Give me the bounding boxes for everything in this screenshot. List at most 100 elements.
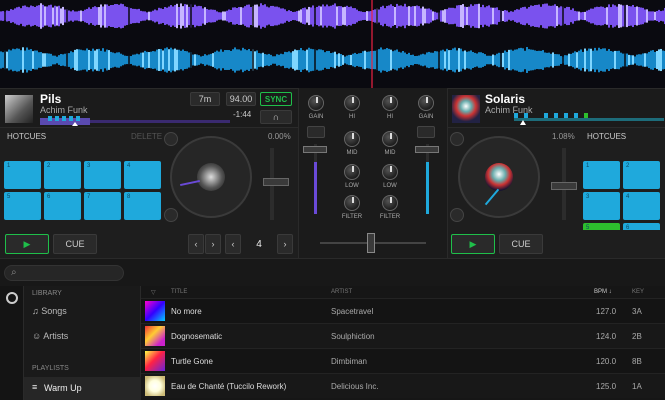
right-cue-button[interactable]: CUE <box>499 234 543 254</box>
right-channel-level <box>426 162 429 214</box>
col-title[interactable]: TITLE <box>171 289 187 295</box>
right-filter-label: FILTER <box>379 214 401 220</box>
pad-number: 1 <box>586 163 590 169</box>
left-filter-label: FILTER <box>341 214 363 220</box>
sidebar-item-songs[interactable]: ♫ Songs <box>32 306 67 316</box>
left-loop-next-button[interactable]: › <box>205 234 221 254</box>
col-artist[interactable]: ARTIST <box>331 289 352 295</box>
row-key: 3A <box>632 306 642 316</box>
left-cue-button[interactable]: CUE <box>53 234 97 254</box>
right-slip-icon[interactable] <box>450 132 464 146</box>
row-bpm: 125.0 <box>596 381 617 391</box>
hotcue-pad-8[interactable]: 8 <box>124 192 161 220</box>
right-pitch-fader[interactable] <box>551 182 577 190</box>
library-section-title: LIBRARY <box>32 290 62 297</box>
right-cue-headphone-button[interactable] <box>417 126 435 138</box>
left-cue-headphone-button[interactable] <box>307 126 325 138</box>
right-jog-marker <box>484 188 500 206</box>
left-pad-grid: 1 2 3 4 5 6 7 8 <box>4 161 161 225</box>
hotcue-pad-4[interactable]: 4 <box>623 192 660 220</box>
table-row[interactable]: Eau de Chanté (Tuccilo Rework) Delicious … <box>141 373 665 398</box>
hotcue-pad-3[interactable]: 3 <box>583 192 620 220</box>
right-mid-knob[interactable] <box>382 131 398 147</box>
row-key: 1A <box>632 381 642 391</box>
left-slip-icon[interactable] <box>164 132 178 146</box>
right-low-knob[interactable] <box>382 164 398 180</box>
right-transport-row: ▶ CUE <box>448 230 665 258</box>
hotcue-pad-2[interactable]: 2 <box>623 161 660 189</box>
note-icon: ♫ <box>32 306 42 316</box>
hotcue-pad-4[interactable]: 4 <box>124 161 161 189</box>
track-table: ▽ TITLE ARTIST BPM ↓ KEY No more Spacetra… <box>141 286 665 400</box>
right-gain-knob[interactable] <box>418 95 434 111</box>
hotcue-pad-1[interactable]: 1 <box>4 161 41 189</box>
left-headphone-button[interactable]: ∩ <box>260 110 292 124</box>
col-bpm[interactable]: BPM ↓ <box>594 289 612 295</box>
waveform-overview[interactable] <box>0 0 665 88</box>
hotcue-pad-2[interactable]: 2 <box>44 161 81 189</box>
row-artist: Delicious Inc. <box>331 381 379 391</box>
right-filter-knob[interactable] <box>382 195 398 211</box>
right-jog-wheel[interactable] <box>458 136 540 218</box>
pad-number: 5 <box>7 194 11 200</box>
hotcue-pad-7[interactable]: 7 <box>84 192 121 220</box>
sidebar-item-warm-up[interactable]: ≡ Warm Up <box>24 377 141 400</box>
right-jog-art <box>485 163 513 191</box>
left-key-lock-icon[interactable] <box>164 208 178 222</box>
row-title: Dognosematic <box>171 331 223 341</box>
left-track-overview[interactable] <box>40 116 230 126</box>
search-icon: ⌕ <box>11 267 17 278</box>
hotcue-pad-3[interactable]: 3 <box>84 161 121 189</box>
hotcue-pad-5[interactable]: 5 <box>4 192 41 220</box>
table-row[interactable]: Dognosematic Soulphiction 124.0 2B <box>141 323 665 348</box>
left-delete-button[interactable]: DELETE <box>131 132 162 141</box>
row-key: 8B <box>632 356 642 366</box>
left-pitch-fader[interactable] <box>263 178 289 186</box>
left-hi-knob[interactable] <box>344 95 360 111</box>
right-key-lock-icon[interactable] <box>450 208 464 222</box>
pad-number: 4 <box>127 163 131 169</box>
right-pitch-value: 1.08% <box>552 132 575 141</box>
filter-icon[interactable]: ▽ <box>151 289 156 296</box>
library-source-icon[interactable] <box>6 292 18 304</box>
pad-number: 3 <box>87 163 91 169</box>
track-art <box>145 351 165 371</box>
right-track-art <box>452 95 480 123</box>
row-title: Eau de Chanté (Tuccilo Rework) <box>171 381 287 391</box>
right-play-button[interactable]: ▶ <box>451 234 495 254</box>
left-pitch-value: 0.00% <box>268 132 291 141</box>
row-artist: Soulphiction <box>331 331 375 341</box>
table-row[interactable]: No more Spacetravel 127.0 3A <box>141 298 665 323</box>
left-loop-double-button[interactable]: › <box>277 234 293 254</box>
left-channel-fader[interactable] <box>303 146 327 153</box>
col-key[interactable]: KEY <box>632 289 644 295</box>
pad-number: 1 <box>7 163 11 169</box>
table-row[interactable]: Turtle Gone Dimbiman 120.0 8B <box>141 348 665 373</box>
playlists-section-title: PLAYLISTS <box>32 365 69 372</box>
left-gain-knob[interactable] <box>308 95 324 111</box>
right-channel-fader[interactable] <box>415 146 439 153</box>
search-input[interactable]: ⌕ <box>4 265 124 281</box>
crossfader[interactable] <box>367 233 375 253</box>
left-play-button[interactable]: ▶ <box>5 234 49 254</box>
pad-number: 4 <box>626 194 630 200</box>
source-rail <box>0 286 24 400</box>
right-hotcues-label: HOTCUES <box>587 132 627 141</box>
hotcue-pad-6[interactable]: 6 <box>44 192 81 220</box>
left-sync-button[interactable]: SYNC <box>260 92 292 106</box>
left-filter-knob[interactable] <box>344 195 360 211</box>
left-mid-label: MID <box>346 150 358 156</box>
right-mid-label: MID <box>384 150 396 156</box>
left-mid-knob[interactable] <box>344 131 360 147</box>
right-track-overview[interactable] <box>514 111 664 125</box>
row-title: No more <box>171 306 202 316</box>
right-hi-knob[interactable] <box>382 95 398 111</box>
library-sidebar: LIBRARY ♫ Songs ☺ Artists PLAYLISTS ≡ Wa… <box>24 286 141 400</box>
left-loop-prev-button[interactable]: ‹ <box>188 234 204 254</box>
left-low-knob[interactable] <box>344 164 360 180</box>
hotcue-pad-1[interactable]: 1 <box>583 161 620 189</box>
pad-number: 6 <box>47 194 51 200</box>
sidebar-item-artists[interactable]: ☺ Artists <box>32 331 68 341</box>
left-loop-halve-button[interactable]: ‹ <box>225 234 241 254</box>
left-jog-wheel[interactable] <box>170 136 252 218</box>
